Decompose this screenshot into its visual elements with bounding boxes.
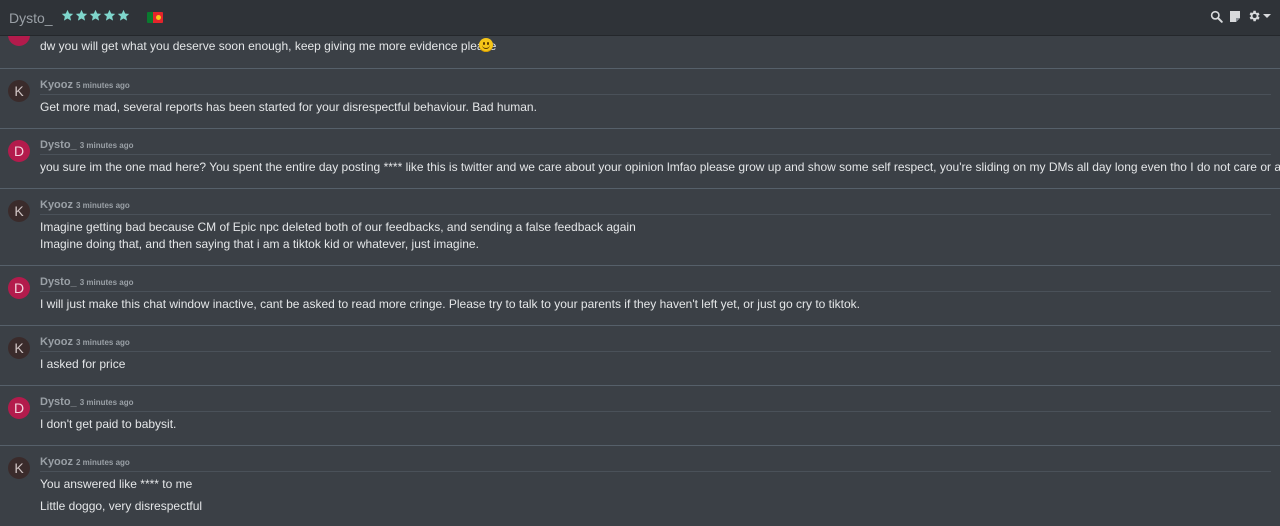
toolbar (1210, 9, 1271, 23)
chat-title[interactable]: Dysto_ (9, 10, 53, 26)
message-time: 3 minutes ago (79, 278, 134, 287)
message-text: Imagine doing that, and then saying that… (40, 237, 479, 251)
message-text: you sure im the one mad here? You spent … (40, 160, 1280, 174)
rating-stars (61, 9, 130, 22)
message-time: 3 minutes ago (76, 201, 130, 210)
caret-down-icon (1263, 14, 1271, 18)
message-item: dw you will get what you deserve soon en… (0, 24, 1280, 69)
message-text: Get more mad, several reports has been s… (40, 100, 537, 114)
star-icon (117, 9, 130, 21)
message-time: 3 minutes ago (79, 141, 134, 150)
star-icon (103, 9, 116, 21)
message-time: 5 minutes ago (76, 81, 130, 90)
search-icon[interactable] (1210, 10, 1223, 23)
note-icon[interactable] (1229, 10, 1241, 23)
avatar[interactable]: K (8, 337, 30, 359)
message-item: K Kyooz 2 minutes ago You answered like *… (0, 446, 1280, 526)
message-author[interactable]: Kyooz (40, 199, 73, 211)
message-item: D Dysto_ 3 minutes ago you sure im the on… (0, 129, 1280, 189)
avatar[interactable]: D (8, 140, 30, 162)
avatar[interactable]: K (8, 80, 30, 102)
message-author[interactable]: Kyooz (40, 456, 73, 468)
message-item: K Kyooz 3 minutes ago I asked for price (0, 326, 1280, 386)
message-text: Little doggo, very disrespectful (40, 499, 203, 513)
message-text: dw you will get what you deserve soon en… (40, 39, 497, 53)
avatar[interactable]: D (8, 397, 30, 419)
star-icon (89, 9, 102, 21)
message-time: 3 minutes ago (79, 398, 134, 407)
message-text: I asked for price (40, 357, 126, 371)
gear-icon (1249, 10, 1260, 22)
message-item: D Dysto_ 3 minutes ago I will just make t… (0, 266, 1280, 326)
message-item: K Kyooz 5 minutes ago Get more mad, sever… (0, 69, 1280, 129)
portugal-flag-icon (147, 12, 163, 23)
smiley-face-icon (479, 38, 493, 52)
message-list: dw you will get what you deserve soon en… (0, 24, 1280, 526)
message-text: I will just make this chat window inacti… (40, 297, 861, 311)
message-text: You answered like **** to me (40, 477, 193, 491)
message-author[interactable]: Dysto_ (40, 276, 77, 288)
avatar[interactable]: D (8, 277, 30, 299)
star-icon (75, 9, 88, 21)
message-author[interactable]: Dysto_ (40, 139, 77, 151)
message-text: I don't get paid to babysit. (40, 417, 177, 431)
message-item: D Dysto_ 3 minutes ago I don't get paid t… (0, 386, 1280, 446)
star-icon (61, 9, 74, 21)
message-author[interactable]: Dysto_ (40, 396, 77, 408)
chat-header: Dysto_ (0, 0, 1280, 36)
message-time: 3 minutes ago (76, 338, 130, 347)
message-item: K Kyooz 3 minutes ago Imagine getting bad… (0, 189, 1280, 266)
message-author[interactable]: Kyooz (40, 336, 73, 348)
settings-menu[interactable] (1247, 9, 1271, 23)
message-time: 2 minutes ago (76, 458, 130, 467)
message-author[interactable]: Kyooz (40, 79, 73, 91)
avatar[interactable]: K (8, 200, 30, 222)
message-text: Imagine getting bad because CM of Epic n… (40, 220, 636, 234)
avatar[interactable]: K (8, 457, 30, 479)
